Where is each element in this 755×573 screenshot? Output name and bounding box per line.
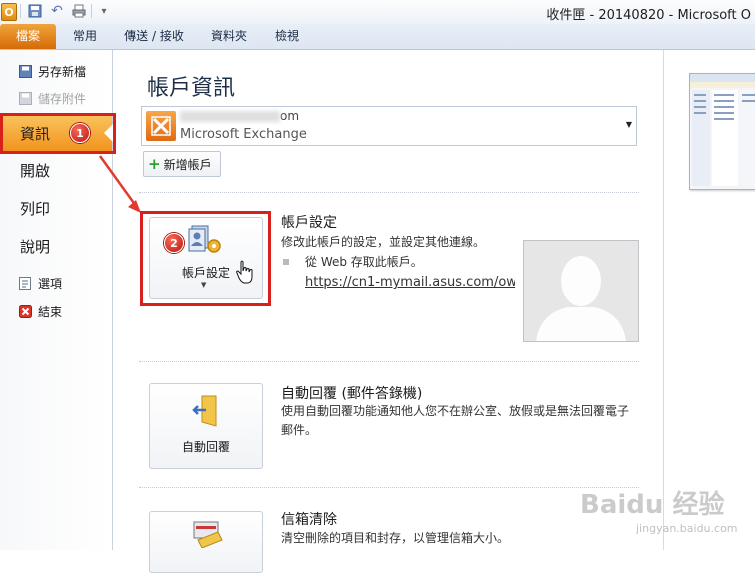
add-account-button[interactable]: + 新增帳戶: [143, 151, 221, 177]
mailbox-cleanup-icon: [188, 518, 226, 552]
redacted-email: [180, 111, 280, 122]
auto-reply-icon: [188, 394, 222, 432]
dropdown-arrow-icon: ▼: [625, 120, 632, 129]
auto-reply-title: 自動回覆 (郵件答錄機): [281, 386, 423, 402]
account-settings-button[interactable]: 帳戶設定 ▼: [149, 217, 263, 299]
section-divider: [139, 361, 639, 362]
exchange-account-icon: [146, 111, 176, 141]
auto-reply-button-label: 自動回覆: [181, 440, 230, 454]
mailbox-cleanup-button[interactable]: [149, 511, 263, 573]
owa-link[interactable]: https://cn1-mymail.asus.com/owa/: [305, 275, 515, 290]
step-badge-2: 2: [164, 233, 184, 253]
plus-icon: +: [148, 155, 161, 173]
page-title: 帳戶資訊: [147, 76, 236, 101]
preview-panel: [663, 50, 755, 550]
auto-reply-button[interactable]: 自動回覆: [149, 383, 263, 469]
avatar: [523, 240, 639, 342]
section-divider: [139, 192, 639, 193]
account-selector[interactable]: om Microsoft Exchange ▼: [141, 106, 637, 146]
add-account-label: 新增帳戶: [163, 157, 212, 172]
account-settings-title: 帳戶設定: [281, 215, 337, 231]
account-type: Microsoft Exchange: [180, 127, 307, 142]
account-email: om: [180, 109, 299, 123]
auto-reply-description: 使用自動回覆功能通知他人您不在辦公室、放假或是無法回覆電子郵件。: [281, 404, 630, 437]
bullet-icon: [283, 259, 289, 265]
section-divider: [139, 487, 639, 488]
hand-cursor-icon: [236, 260, 254, 288]
chevron-down-icon: ▼: [201, 281, 207, 289]
account-settings-icon: [188, 224, 224, 254]
mailbox-cleanup-description: 清空刪除的項目和封存，以管理信箱大小。: [281, 531, 510, 545]
window-preview-thumbnail: [689, 73, 755, 190]
backstage-main: 帳戶資訊 om Microsoft Exchange ▼ + 新增帳戶 帳戶設定…: [113, 50, 663, 573]
web-access-text: 從 Web 存取此帳戶。: [305, 255, 423, 269]
mailbox-cleanup-title: 信箱清除: [281, 512, 337, 528]
watermark: Baidu 经验: [580, 490, 725, 520]
watermark-url: jingyan.baidu.com: [636, 522, 738, 535]
